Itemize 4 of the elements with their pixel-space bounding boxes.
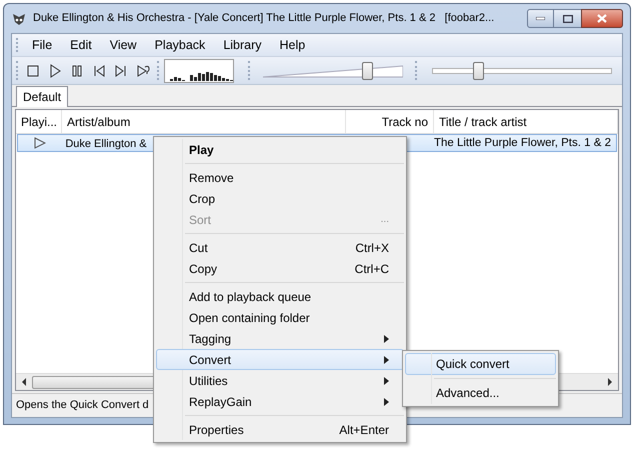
window-title: Duke Ellington & His Orchestra - [Yale Concert] The Little Purple Flower, Pts. 1 & 2 [foobar2...: [33, 11, 496, 26]
table-cell: The Little Purple Flower, Pts. 1 & 2: [434, 137, 611, 150]
table-cell: Duke Ellington &: [65, 138, 147, 150]
status-text: Opens the Quick Convert d: [16, 398, 149, 414]
